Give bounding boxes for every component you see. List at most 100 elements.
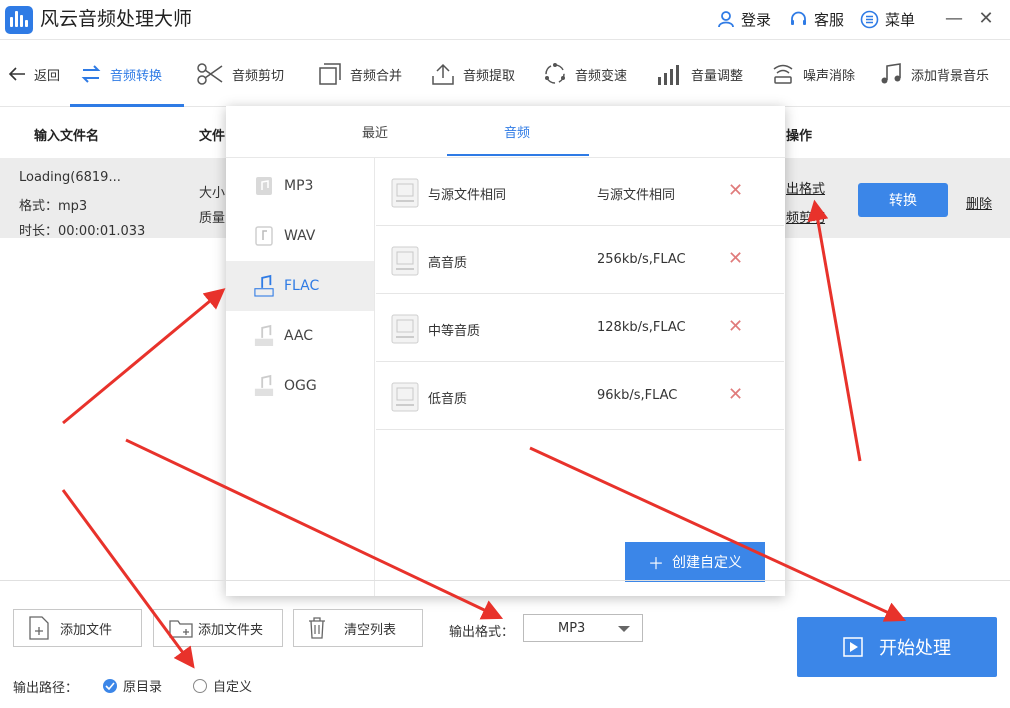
close-window-button[interactable]: ✕ xyxy=(974,6,998,30)
tab-audio-merge[interactable]: 音频合并 xyxy=(318,41,402,107)
preset-row-source[interactable]: 与源文件相同 与源文件相同 ✕ xyxy=(376,158,784,226)
radio-custom-dir[interactable]: 自定义 xyxy=(193,676,252,695)
arrow-left-icon xyxy=(8,67,25,81)
sound-file-icon xyxy=(391,314,419,344)
flac-file-icon xyxy=(254,274,274,297)
sound-file-icon xyxy=(391,382,419,412)
output-format-label: 输出格式： xyxy=(449,625,515,640)
preset-row-medium[interactable]: 中等音质 128kb/s,FLAC ✕ xyxy=(376,294,784,362)
format-item-flac[interactable]: FLAC xyxy=(226,261,374,311)
delete-link[interactable]: 删除 xyxy=(966,193,992,212)
add-folder-label: 添加文件夹 xyxy=(198,622,264,638)
ogg-file-icon xyxy=(254,374,274,397)
create-custom-button[interactable]: ＋ 创建自定义 xyxy=(625,542,765,582)
delete-preset-icon[interactable]: ✕ xyxy=(728,248,743,269)
clear-list-label: 清空列表 xyxy=(344,622,397,638)
column-header-action: 操作 xyxy=(786,129,813,144)
popup-tab-audio[interactable]: 音频 xyxy=(504,122,530,141)
start-processing-label: 开始处理 xyxy=(879,638,951,659)
format-label: OGG xyxy=(284,378,317,394)
tab-label: 噪声消除 xyxy=(803,68,856,84)
radio-unchecked-icon xyxy=(193,678,207,693)
sound-file-icon xyxy=(391,178,419,208)
tab-audio-extract[interactable]: 音频提取 xyxy=(431,41,515,107)
column-header-file: 文件 xyxy=(199,129,226,144)
preset-row-high[interactable]: 高音质 256kb/s,FLAC ✕ xyxy=(376,226,784,294)
tab-label: 添加背景音乐 xyxy=(911,68,990,84)
file-duration: 时长：00:00:01.033 xyxy=(19,224,146,239)
preset-name: 高音质 xyxy=(428,256,468,271)
format-list: MP3 WAV FLAC AAC OGG xyxy=(226,158,375,596)
preset-value: 256kb/s,FLAC xyxy=(597,252,686,267)
format-item-wav[interactable]: WAV xyxy=(226,211,374,261)
convert-arrows-icon xyxy=(81,65,101,83)
format-item-ogg[interactable]: OGG xyxy=(226,361,374,411)
toolbar: 返回 音频转换 音频剪切 音频合并 音频提取 音频变速 音量调整 噪声消除 添加… xyxy=(0,41,1010,107)
tab-noise-removal[interactable]: 噪声消除 xyxy=(771,41,855,107)
music-note-icon xyxy=(254,225,274,247)
format-item-mp3[interactable]: MP3 xyxy=(226,161,374,211)
scissors-icon xyxy=(197,63,223,85)
menu-list-icon xyxy=(860,10,879,28)
add-folder-button[interactable]: 添加文件夹 xyxy=(153,609,283,647)
preset-name: 与源文件相同 xyxy=(428,188,507,203)
app-title: 风云音频处理大师 xyxy=(40,8,193,30)
merge-icon xyxy=(319,63,341,85)
back-label: 返回 xyxy=(34,68,61,84)
format-item-aac[interactable]: AAC xyxy=(226,311,374,361)
active-tab-indicator xyxy=(70,104,184,107)
delete-preset-icon[interactable]: ✕ xyxy=(728,180,743,201)
aac-file-icon xyxy=(254,324,274,347)
tab-audio-convert[interactable]: 音频转换 xyxy=(80,41,162,107)
preset-value: 与源文件相同 xyxy=(597,188,676,203)
delete-preset-icon[interactable]: ✕ xyxy=(728,384,743,405)
tab-audio-speed[interactable]: 音频变速 xyxy=(543,41,627,107)
upload-icon xyxy=(432,63,454,85)
preset-row-low[interactable]: 低音质 96kb/s,FLAC ✕ xyxy=(376,362,784,430)
add-file-icon xyxy=(29,616,49,640)
tab-label: 音量调整 xyxy=(691,68,744,84)
service-button[interactable]: 客服 xyxy=(789,8,844,30)
service-label: 客服 xyxy=(814,10,845,29)
waveform-logo-icon xyxy=(5,6,33,34)
radio-label: 原目录 xyxy=(123,680,163,695)
start-processing-button[interactable]: 开始处理 xyxy=(797,617,997,677)
divider xyxy=(0,580,1010,581)
clear-list-button[interactable]: 清空列表 xyxy=(293,609,423,647)
delete-preset-icon[interactable]: ✕ xyxy=(728,316,743,337)
audio-cut-link[interactable]: 频剪切 xyxy=(786,207,825,226)
user-icon xyxy=(718,11,734,28)
column-header-input: 输入文件名 xyxy=(34,129,100,144)
preset-value: 96kb/s,FLAC xyxy=(597,388,678,403)
tab-audio-cut[interactable]: 音频剪切 xyxy=(196,41,284,107)
add-file-button[interactable]: 添加文件 xyxy=(13,609,142,647)
preset-name: 中等音质 xyxy=(428,324,481,339)
output-format-value: MP3 xyxy=(558,620,586,636)
file-name: Loading(6819... xyxy=(19,170,121,185)
radio-checked-icon xyxy=(103,678,117,693)
tab-volume-adjust[interactable]: 音量调整 xyxy=(657,41,743,107)
format-label: FLAC xyxy=(284,278,320,294)
preset-value: 128kb/s,FLAC xyxy=(597,320,686,335)
output-format-select[interactable]: MP3 xyxy=(523,614,643,642)
tab-label: 音频转换 xyxy=(110,68,163,84)
minimize-button[interactable]: — xyxy=(942,6,966,30)
add-folder-icon xyxy=(169,620,193,638)
output-format-link[interactable]: 出格式 xyxy=(786,178,825,197)
convert-button[interactable]: 转换 xyxy=(858,183,948,217)
plus-icon: ＋ xyxy=(647,554,664,573)
login-button[interactable]: 登录 xyxy=(717,8,771,30)
format-label: WAV xyxy=(284,228,316,244)
login-label: 登录 xyxy=(741,10,772,29)
radio-label: 自定义 xyxy=(213,680,253,695)
radio-original-dir[interactable]: 原目录 xyxy=(103,676,162,695)
menu-button[interactable]: 菜单 xyxy=(860,8,915,30)
back-button[interactable]: 返回 xyxy=(8,41,60,107)
tab-add-bgm[interactable]: 添加背景音乐 xyxy=(879,41,989,107)
caret-down-icon xyxy=(618,626,630,632)
tab-label: 音频剪切 xyxy=(232,68,285,84)
play-icon xyxy=(843,637,863,657)
volume-bars-icon xyxy=(658,65,679,85)
tab-label: 音频变速 xyxy=(575,68,628,84)
popup-tab-recent[interactable]: 最近 xyxy=(362,122,388,141)
